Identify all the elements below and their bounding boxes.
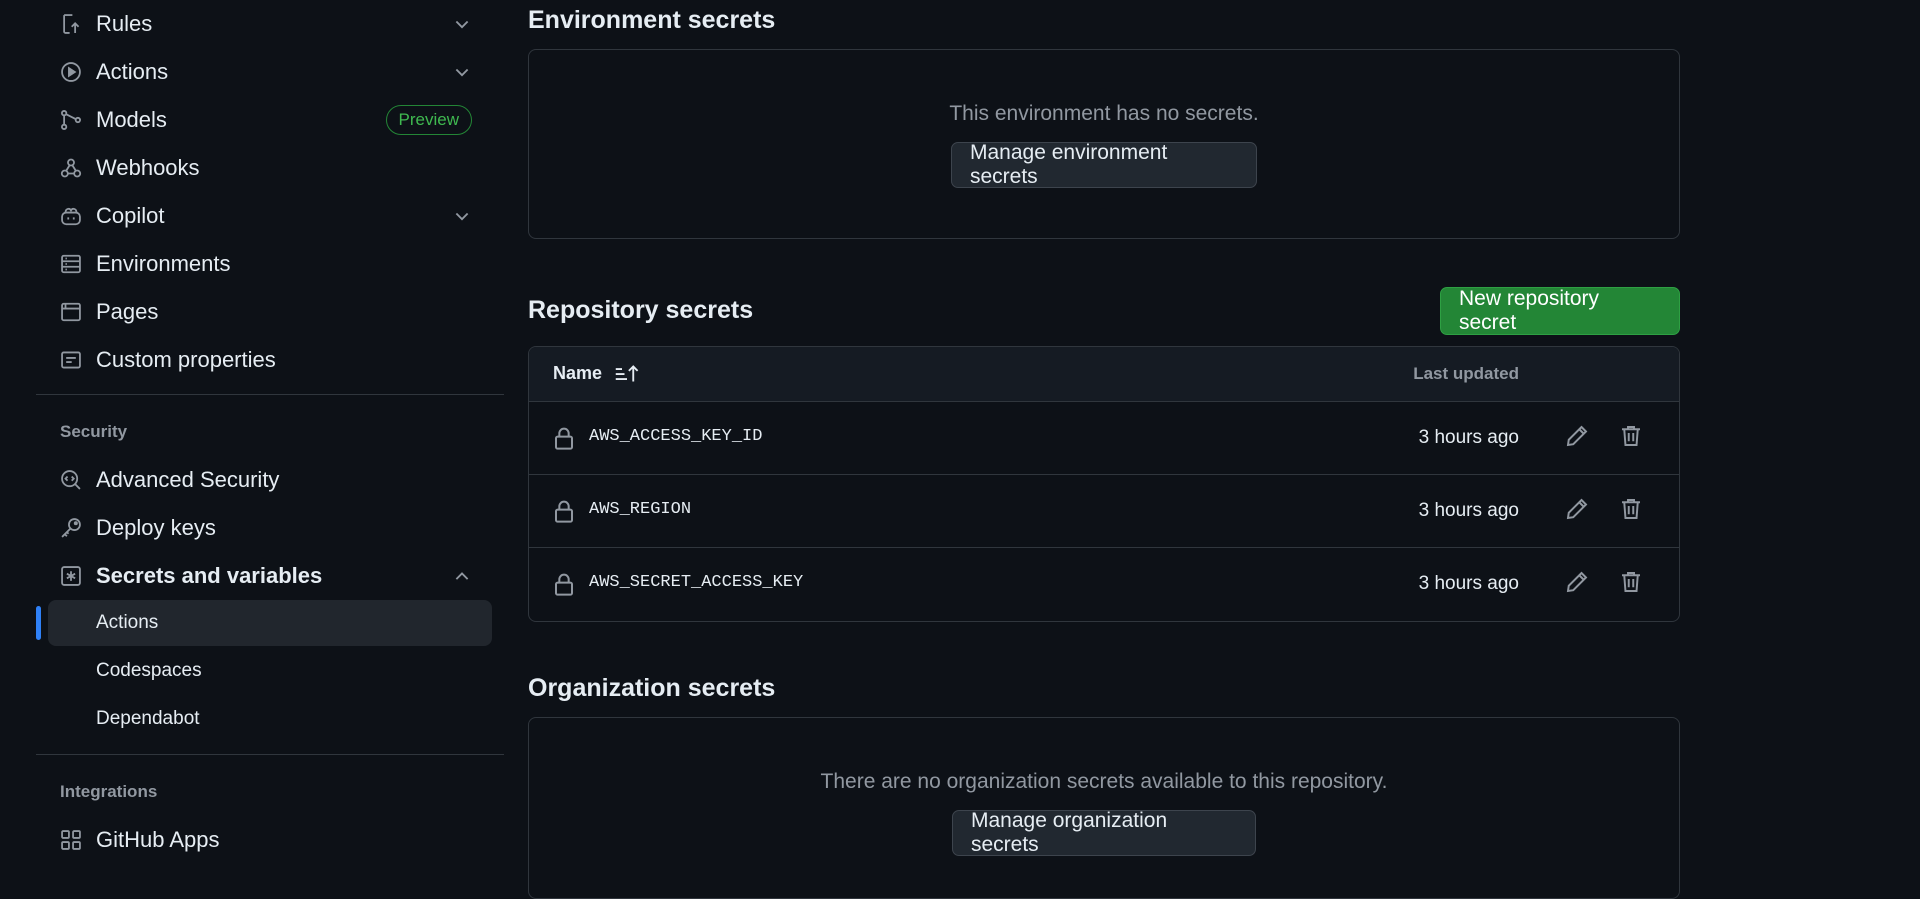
repository-secrets-title: Repository secrets [528,296,754,324]
secret-last-updated: 3 hours ago [1418,573,1519,594]
rules-icon [58,11,84,37]
chevron-down-icon[interactable] [452,206,472,226]
secret-name: AWS_SECRET_ACCESS_KEY [589,573,804,592]
sidebar-item-custom-properties[interactable]: Custom properties [58,340,484,380]
pencil-icon[interactable] [1565,424,1591,450]
settings-sidebar: Rules Actions Models Preview Webhooks Co… [0,0,504,880]
environment-secrets-box: This environment has no secrets. Manage … [528,49,1680,239]
sidebar-item-secrets-and-variables[interactable]: Secrets and variables [58,556,484,596]
trash-icon[interactable] [1619,497,1645,523]
table-row: AWS_ACCESS_KEY_ID 3 hours ago [529,402,1679,475]
sidebar-subitem-dependabot[interactable]: Dependabot [48,696,492,742]
sidebar-item-rules[interactable]: Rules [58,4,484,44]
chevron-down-icon[interactable] [452,62,472,82]
trash-icon[interactable] [1619,424,1645,450]
asterisk-icon [58,563,84,589]
sidebar-item-advanced-security[interactable]: Advanced Security [58,460,484,500]
sidebar-item-deploy-keys[interactable]: Deploy keys [58,508,484,548]
environment-secrets-title: Environment secrets [528,6,776,34]
sidebar-item-environments[interactable]: Environments [58,244,484,284]
chevron-down-icon[interactable] [452,14,472,34]
new-repository-secret-button[interactable]: New repository secret [1440,287,1680,335]
integrations-heading: Integrations [60,782,158,801]
sidebar-subitem-codespaces[interactable]: Codespaces [48,648,492,694]
sidebar-item-pages[interactable]: Pages [58,292,484,332]
sidebar-item-label: Secrets and variables [96,563,323,588]
sort-ascending-icon[interactable] [614,364,640,384]
repository-secrets-table: Name Last updated AWS_ACCESS_KEY_ID 3 ho… [528,346,1680,622]
note-icon [58,347,84,373]
secret-last-updated: 3 hours ago [1418,427,1519,448]
sidebar-subitem-actions[interactable]: Actions [48,600,492,646]
table-row: AWS_REGION 3 hours ago [529,475,1679,548]
table-row: AWS_SECRET_ACCESS_KEY 3 hours ago [529,548,1679,620]
sidebar-item-label: Pages [96,299,159,324]
sidebar-item-label: Advanced Security [96,467,280,492]
manage-environment-secrets-button[interactable]: Manage environment secrets [951,141,1257,188]
sidebar-item-actions[interactable]: Actions [58,52,484,92]
lock-icon [553,499,575,523]
sidebar-divider [36,754,504,755]
codescan-icon [58,467,84,493]
sidebar-item-github-apps[interactable]: GitHub Apps [58,820,484,860]
sidebar-divider [36,394,504,395]
lock-icon [553,426,575,450]
organization-secrets-title: Organization secrets [528,674,776,702]
apps-icon [58,827,84,853]
manage-organization-secrets-button[interactable]: Manage organization secrets [952,809,1256,856]
sidebar-subitem-label: Dependabot [96,708,200,729]
sidebar-item-copilot[interactable]: Copilot [58,196,484,236]
column-name-label: Name [553,363,603,383]
play-icon [58,59,84,85]
sidebar-item-models[interactable]: Models Preview [58,100,484,140]
chevron-up-icon[interactable] [452,566,472,586]
sidebar-item-label: Rules [96,11,153,36]
sidebar-item-label: Actions [96,59,169,84]
preview-badge: Preview [385,105,472,135]
column-last-updated-header: Last updated [1413,364,1519,383]
sidebar-subitem-label: Codespaces [96,660,202,681]
server-icon [58,251,84,277]
sidebar-subitem-label: Actions [96,612,159,633]
active-indicator [36,606,41,640]
pencil-icon[interactable] [1565,497,1591,523]
browser-icon [58,299,84,325]
sidebar-item-label: Copilot [96,203,165,228]
webhook-icon [58,155,84,181]
key-icon [58,515,84,541]
table-header: Name Last updated [529,347,1679,402]
sidebar-item-label: Webhooks [96,155,200,180]
security-heading: Security [60,422,128,441]
environment-empty-text: This environment has no secrets. [949,102,1259,125]
sidebar-item-label: Models [96,107,167,132]
copilot-icon [58,203,84,229]
sidebar-item-label: Custom properties [96,347,276,372]
sidebar-item-label: Environments [96,251,231,276]
trash-icon[interactable] [1619,570,1645,596]
secret-name: AWS_REGION [589,500,692,519]
lock-icon [553,572,575,596]
sidebar-item-label: GitHub Apps [96,827,220,852]
secret-name: AWS_ACCESS_KEY_ID [589,427,763,446]
secret-last-updated: 3 hours ago [1418,500,1519,521]
pencil-icon[interactable] [1565,570,1591,596]
sidebar-item-label: Deploy keys [96,515,216,540]
column-name-header[interactable]: Name [553,363,640,384]
sidebar-item-webhooks[interactable]: Webhooks [58,148,484,188]
organization-secrets-box: There are no organization secrets availa… [528,717,1680,899]
organization-empty-text: There are no organization secrets availa… [820,770,1388,793]
models-icon [58,107,84,133]
